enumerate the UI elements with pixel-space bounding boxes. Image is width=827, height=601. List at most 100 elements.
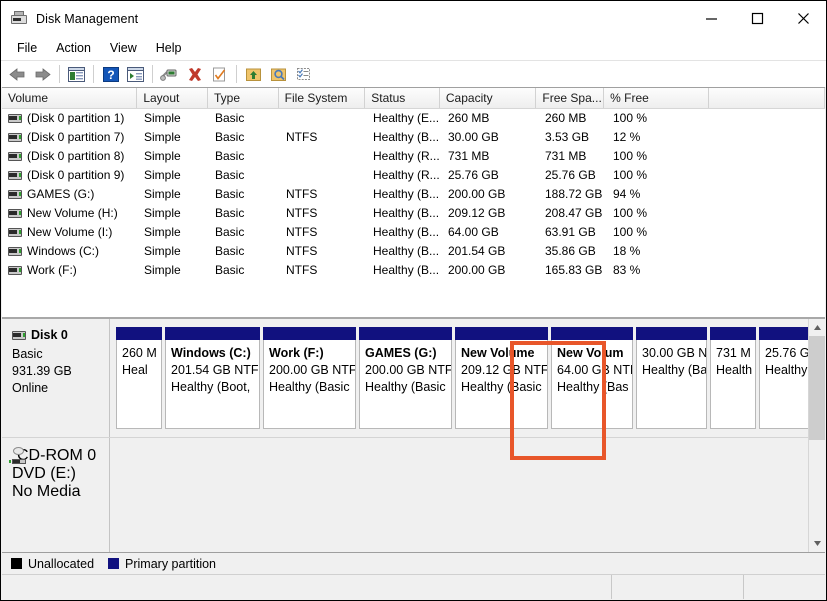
cell-pct: 83 % [607,261,712,280]
partition-block[interactable]: New Volum64.00 GB NTFHealthy (Bas [551,327,633,429]
cell-layout: Simple [138,147,209,166]
partition-details: New Volume209.12 GB NTFHealthy (Basic [455,340,548,429]
partition-block[interactable]: 731 MHealth [710,327,756,429]
partition-details: 30.00 GB NTHealthy (Ba [636,340,707,429]
cell-volume: New Volume (I:) [2,223,138,242]
cell-pct: 18 % [607,242,712,261]
show-action-pane-icon[interactable] [123,63,148,86]
volume-column-header-blank[interactable] [709,88,825,108]
cell-pct: 94 % [607,185,712,204]
cell-volume: New Volume (H:) [2,204,138,223]
delete-icon[interactable] [182,63,207,86]
volume-column-header-status[interactable]: Status [365,88,440,108]
cdrom0-title: CD-ROM 0 [12,447,109,465]
cdrom0-info[interactable]: CD-ROM 0 DVD (E:) No Media [2,438,110,552]
cell-type: Basic [209,204,280,223]
volume-column-header-type[interactable]: Type [208,88,279,108]
disk-row-disk0[interactable]: Disk 0 Basic 931.39 GB Online 260 MHealW… [2,319,808,438]
cell-status: Healthy (B... [367,185,442,204]
table-row[interactable]: Windows (C:)SimpleBasicNTFSHealthy (B...… [2,242,825,261]
scrollbar-thumb[interactable] [809,336,825,440]
cell-volume: GAMES (G:) [2,185,138,204]
status-bar [2,574,825,599]
scroll-up-icon[interactable] [809,319,825,336]
show-console-tree-icon[interactable] [64,63,89,86]
partition-status: Healthy (Basic [269,379,351,396]
cell-text: New Volume (H:) [27,204,118,223]
table-row[interactable]: (Disk 0 partition 9)SimpleBasicHealthy (… [2,166,825,185]
cell-capacity: 200.00 GB [442,185,539,204]
forward-arrow-icon[interactable] [30,63,55,86]
cell-type: Basic [209,128,280,147]
disk-row-cdrom0[interactable]: CD-ROM 0 DVD (E:) No Media [2,438,808,552]
scroll-down-icon[interactable] [809,535,825,552]
disk-management-window: Disk Management File Action View Help [0,0,827,601]
search-folder-icon[interactable] [266,63,291,86]
partition-status: Health [716,362,751,379]
title-bar: Disk Management [1,1,826,36]
partition-block[interactable]: Windows (C:)201.54 GB NTFHealthy (Boot, [165,327,260,429]
cell-layout: Simple [138,109,209,128]
table-row[interactable]: (Disk 0 partition 7)SimpleBasicNTFSHealt… [2,128,825,147]
menu-help[interactable]: Help [147,39,191,57]
connect-drive-icon[interactable] [157,63,182,86]
volume-column-header-file-system[interactable]: File System [279,88,366,108]
volume-column-header-capacity[interactable]: Capacity [440,88,537,108]
table-row[interactable]: New Volume (H:)SimpleBasicNTFSHealthy (B… [2,204,825,223]
partition-color-bar [636,327,707,340]
volume-column-header-volume[interactable]: Volume [2,88,137,108]
cell-layout: Simple [138,204,209,223]
menu-file[interactable]: File [8,39,46,57]
cell-text: GAMES (G:) [27,185,94,204]
disk0-type: Basic [12,346,109,363]
cell-layout: Simple [138,242,209,261]
toolbar-separator [93,65,94,83]
cell-status: Healthy (B... [367,223,442,242]
partition-block[interactable]: 260 MHeal [116,327,162,429]
cell-text: New Volume (I:) [27,223,112,242]
cell-volume: (Disk 0 partition 9) [2,166,138,185]
partition-block[interactable]: 30.00 GB NTHealthy (Ba [636,327,707,429]
help-icon[interactable]: ? [98,63,123,86]
partition-color-bar [551,327,633,340]
back-arrow-icon[interactable] [5,63,30,86]
minimize-button[interactable] [688,2,734,36]
table-row[interactable]: Work (F:)SimpleBasicNTFSHealthy (B...200… [2,261,825,280]
cell-status: Healthy (B... [367,242,442,261]
partition-details: Work (F:)200.00 GB NTFHealthy (Basic [263,340,356,429]
disk0-name: Disk 0 [31,328,68,342]
table-row[interactable]: (Disk 0 partition 1)SimpleBasicHealthy (… [2,109,825,128]
cell-volume: Work (F:) [2,261,138,280]
scrollbar-track[interactable] [809,336,825,535]
volume-column-header-free-spa[interactable]: Free Spa... [536,88,604,108]
partition-block[interactable]: Work (F:)200.00 GB NTFHealthy (Basic [263,327,356,429]
cell-fs: NTFS [280,204,367,223]
checklist-icon[interactable] [291,63,316,86]
cell-type: Basic [209,261,280,280]
cell-free: 165.83 GB [539,261,607,280]
volume-column-header-free[interactable]: % Free [604,88,708,108]
partition-status: Heal [122,362,157,379]
partition-block[interactable]: 25.76 GBHealthy (Rec [759,327,808,429]
close-button[interactable] [780,2,826,36]
cell-fs: NTFS [280,261,367,280]
disk-panel-scrollbar[interactable] [808,319,825,552]
partition-block[interactable]: GAMES (G:)200.00 GB NTFHealthy (Basic [359,327,452,429]
properties-icon[interactable] [207,63,232,86]
table-row[interactable]: GAMES (G:)SimpleBasicNTFSHealthy (B...20… [2,185,825,204]
cell-fs: NTFS [280,223,367,242]
disk0-info[interactable]: Disk 0 Basic 931.39 GB Online [2,319,110,437]
table-row[interactable]: New Volume (I:)SimpleBasicNTFSHealthy (B… [2,223,825,242]
table-row[interactable]: (Disk 0 partition 8)SimpleBasicHealthy (… [2,147,825,166]
partition-status: Healthy (Bas [557,379,628,396]
partition-block[interactable]: New Volume209.12 GB NTFHealthy (Basic [455,327,548,429]
volume-column-header-layout[interactable]: Layout [137,88,208,108]
partition-size: 260 M [122,345,157,362]
cell-pct: 12 % [607,128,712,147]
menu-action[interactable]: Action [47,39,100,57]
export-up-icon[interactable] [241,63,266,86]
maximize-button[interactable] [734,2,780,36]
toolbar-separator [236,65,237,83]
menu-view[interactable]: View [101,39,146,57]
partition-status: Healthy (Basic [365,379,447,396]
